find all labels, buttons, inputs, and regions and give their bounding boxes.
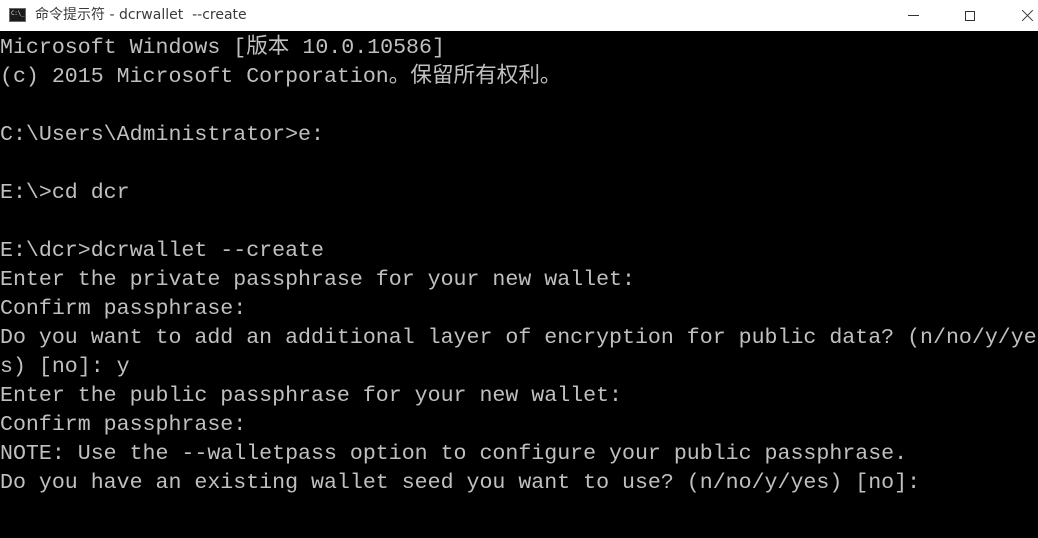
title-bar[interactable]: C:\_ 命令提示符 - dcrwallet --create (0, 0, 1038, 31)
console-output[interactable]: Microsoft Windows [版本 10.0.10586] (c) 20… (0, 31, 1038, 538)
minimize-icon (907, 15, 919, 16)
console-line: NOTE: Use the --walletpass option to con… (0, 442, 908, 466)
cmd-icon[interactable]: C:\_ (9, 8, 26, 22)
console-line: Enter the private passphrase for your ne… (0, 268, 635, 292)
close-button[interactable] (1004, 0, 1038, 31)
console-line: C:\Users\Administrator>e: (0, 123, 324, 147)
cmd-icon-text: C:\_ (11, 10, 25, 17)
window-title: 命令提示符 - dcrwallet --create (35, 7, 247, 23)
maximize-icon (965, 10, 975, 21)
command-prompt-window: C:\_ 命令提示符 - dcrwallet --create Microsof… (0, 0, 1038, 538)
console-line: (c) 2015 Microsoft Corporation。保留所有权利。 (0, 65, 562, 89)
console-line: Confirm passphrase: (0, 297, 247, 321)
console-line: E:\dcr>dcrwallet --create (0, 239, 324, 263)
console-line: Enter the public passphrase for your new… (0, 384, 623, 408)
maximize-button[interactable] (947, 0, 993, 31)
console-line: E:\>cd dcr (0, 181, 130, 205)
console-line: Do you want to add an additional layer o… (0, 326, 1037, 350)
console-line: Confirm passphrase: (0, 413, 247, 437)
minimize-button[interactable] (890, 0, 936, 31)
console-line: s) [no]: y (0, 355, 130, 379)
close-icon (1021, 9, 1034, 22)
console-line: Do you have an existing wallet seed you … (0, 471, 921, 495)
console-line: Microsoft Windows [版本 10.0.10586] (0, 36, 445, 60)
